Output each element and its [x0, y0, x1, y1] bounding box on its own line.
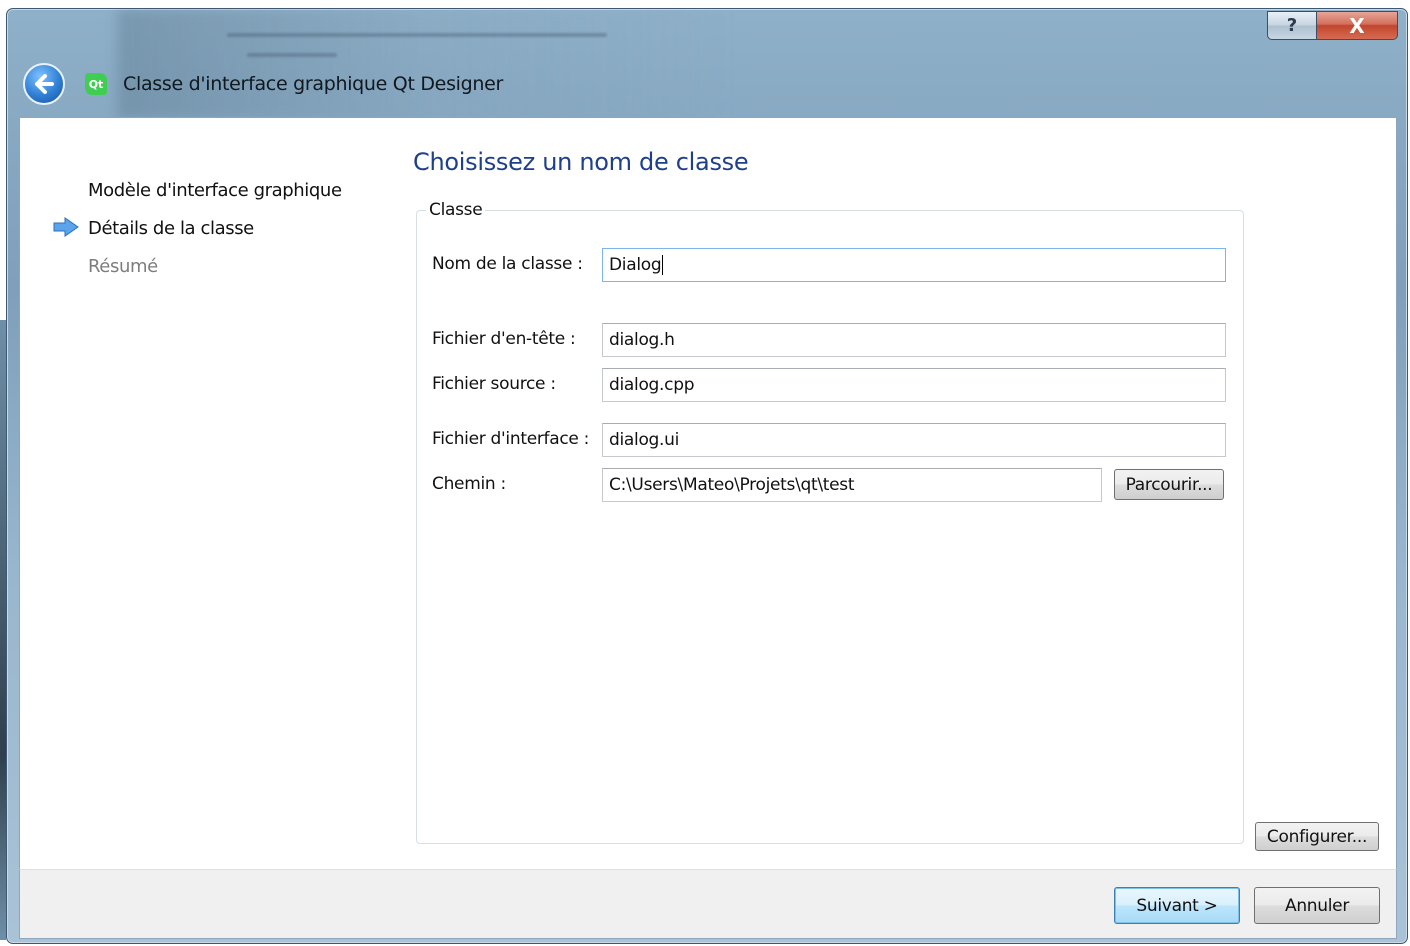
back-button[interactable] — [23, 63, 65, 105]
help-icon: ? — [1286, 15, 1298, 36]
cancel-button[interactable]: Annuler — [1254, 887, 1380, 924]
source-file-label: Fichier source : — [432, 374, 556, 394]
browse-button[interactable]: Parcourir... — [1114, 469, 1224, 500]
class-name-label: Nom de la classe : — [432, 254, 583, 274]
header-file-input[interactable]: dialog.h — [602, 323, 1226, 357]
back-arrow-icon — [35, 74, 54, 94]
close-icon: X — [1349, 13, 1365, 38]
step-class-details: Détails de la classe — [88, 218, 254, 239]
source-file-input[interactable]: dialog.cpp — [602, 368, 1226, 402]
titlebar-glass-decor — [227, 33, 607, 37]
page-title: Choisissez un nom de classe — [413, 148, 749, 176]
class-groupbox-title: Classe — [426, 200, 486, 220]
close-button[interactable]: X — [1316, 11, 1398, 40]
step-interface-template: Modèle d'interface graphique — [88, 180, 342, 201]
window-title: Classe d'interface graphique Qt Designer — [123, 73, 504, 95]
path-label: Chemin : — [432, 474, 506, 494]
class-name-input[interactable]: Dialog — [602, 248, 1226, 282]
path-input[interactable]: C:\Users\Mateo\Projets\qt\test — [602, 468, 1102, 502]
form-file-input[interactable]: dialog.ui — [602, 423, 1226, 457]
next-button[interactable]: Suivant > — [1114, 887, 1240, 924]
help-button[interactable]: ? — [1267, 11, 1317, 40]
titlebar-glass-decor — [117, 9, 737, 119]
header-file-label: Fichier d'en-tête : — [432, 329, 576, 349]
current-step-arrow-icon — [53, 217, 79, 237]
configure-button[interactable]: Configurer... — [1255, 822, 1379, 851]
wizard-footer: Suivant > Annuler — [19, 869, 1397, 939]
class-groupbox — [416, 210, 1244, 844]
form-file-label: Fichier d'interface : — [432, 429, 590, 449]
text-caret — [662, 255, 664, 275]
titlebar-glass-decor — [247, 53, 337, 57]
step-summary: Résumé — [88, 256, 158, 277]
qt-icon: Qt — [85, 73, 107, 95]
wizard-page: Modèle d'interface graphique Détails de … — [19, 117, 1397, 871]
wizard-window: ? X Qt Classe d'interface graphique Qt D… — [6, 8, 1408, 944]
